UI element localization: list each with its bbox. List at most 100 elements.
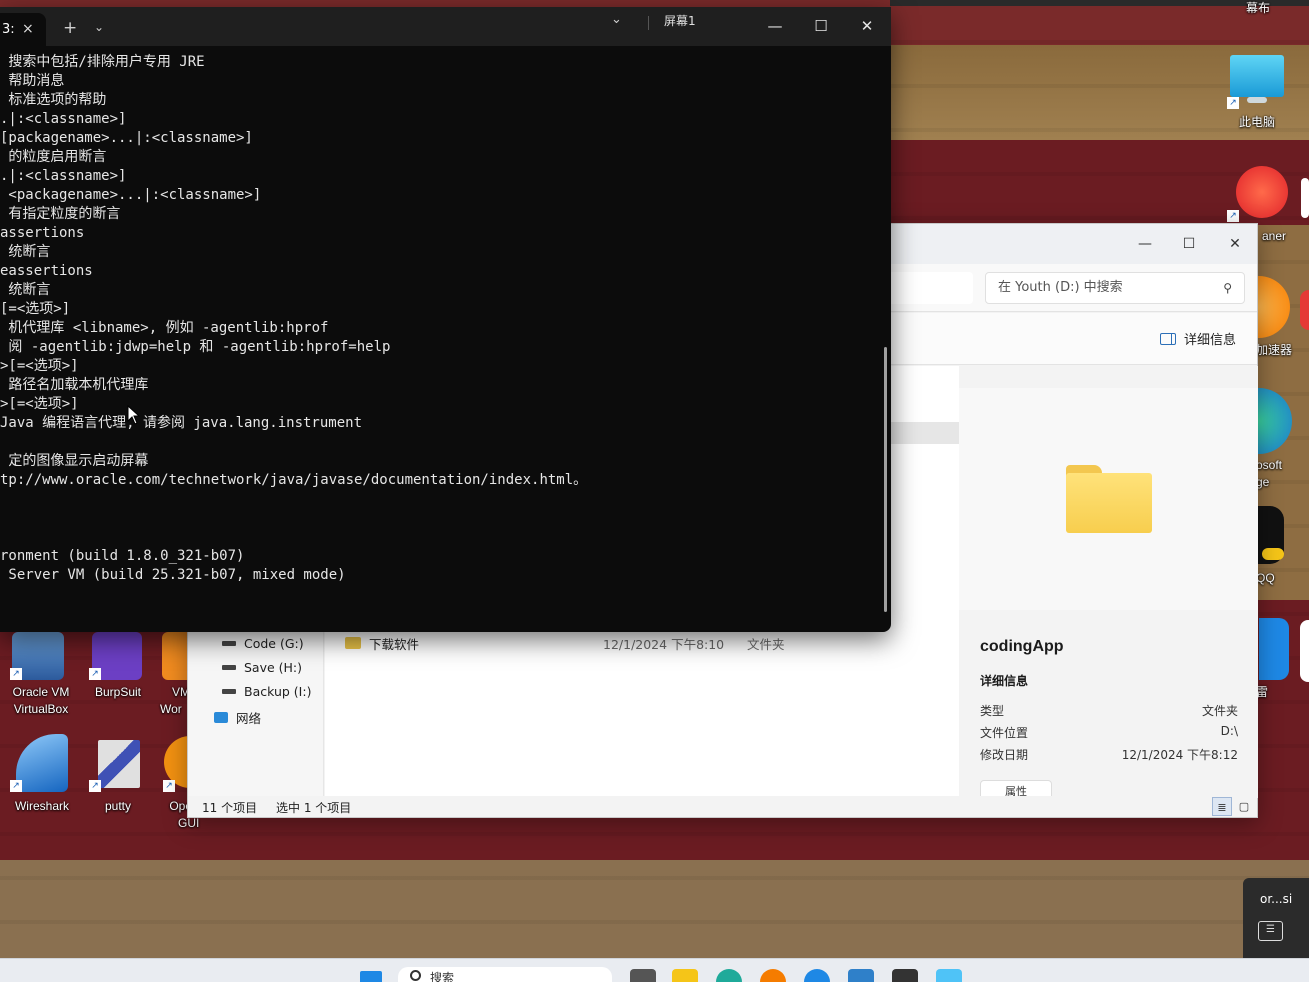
address-path-field[interactable] (888, 272, 973, 304)
prop-key: 文件位置 (980, 726, 1029, 740)
prop-value: 12/1/2024 下午8:12 (1121, 748, 1238, 762)
drive-icon (222, 641, 236, 646)
user-account-label[interactable]: or...si (1260, 892, 1292, 906)
close-icon[interactable]: ✕ (1215, 230, 1255, 258)
tab-label: 3: (2, 22, 15, 37)
screen-chevron-icon[interactable]: ⌄ (611, 12, 622, 27)
tab-close-icon[interactable]: × (22, 13, 34, 46)
notification-panel[interactable] (1243, 878, 1309, 958)
terminal-window: 3: × + ⌄ ⌄ 屏幕1 — ☐ ✕ 搜索中包括/排除用户专用 JRE 帮助… (0, 7, 891, 632)
terminal-line: 定的图像显示启动屏幕 (0, 453, 149, 469)
task-view-icon[interactable] (630, 969, 656, 982)
notepad-taskbar-icon[interactable] (848, 969, 874, 982)
search-input[interactable]: 在 Youth (D:) 中搜索 ⚲ (985, 272, 1245, 304)
close-icon[interactable]: ✕ (847, 13, 887, 39)
terminal-line: 的粒度启用断言 (0, 149, 107, 165)
accelerator-label[interactable]: 加速器 (1254, 342, 1294, 359)
drive-icon (222, 665, 236, 670)
details-pane-icon (1160, 332, 1176, 345)
screen-label: 屏幕1 (664, 14, 696, 28)
divider (648, 16, 649, 30)
app-taskbar-icon[interactable] (804, 969, 830, 982)
scrollbar[interactable] (884, 347, 887, 612)
search-icon[interactable]: ⚲ (1223, 273, 1232, 303)
terminal-titlebar[interactable]: 3: × + ⌄ ⌄ 屏幕1 — ☐ ✕ (0, 7, 891, 46)
folder-icon (345, 637, 361, 649)
remote-taskbar-icon[interactable] (936, 969, 962, 982)
prop-type: 类型 文件夹 (980, 702, 1238, 719)
virtualbox-label-line1[interactable]: Oracle VM (2, 684, 80, 701)
item-count: 11 个项目 (202, 801, 258, 815)
details-button[interactable]: 详细信息 (1160, 329, 1236, 348)
search-placeholder: 在 Youth (D:) 中搜索 (998, 280, 1123, 295)
terminal-taskbar-icon[interactable] (892, 969, 918, 982)
terminal-line: 路径名加载本机代理库 (0, 377, 149, 393)
prop-location: 文件位置 D:\ (980, 724, 1238, 741)
terminal-line: eassertions (0, 263, 93, 279)
nav-item-code-drive[interactable]: Code (G:) (222, 636, 304, 651)
taskbar-search[interactable]: 搜索 (398, 967, 612, 982)
terminal-line: 标准选项的帮助 (0, 92, 107, 108)
file-explorer-taskbar-icon[interactable] (672, 969, 698, 982)
prop-modified: 修改日期 12/1/2024 下午8:12 (980, 746, 1238, 763)
terminal-line: [=<选项>] (0, 301, 71, 317)
nav-item-network[interactable]: 网络 (214, 708, 261, 727)
tiles-view-icon[interactable]: ▢ (1234, 797, 1254, 816)
burpsuite-label[interactable]: BurpSuit (84, 684, 152, 701)
ccleaner-icon[interactable] (1236, 166, 1288, 218)
chevron-down-icon[interactable]: ⌄ (94, 20, 104, 34)
terminal-line: ronment (build 1.8.0_321-b07) (0, 548, 245, 564)
this-pc-label[interactable]: 此电脑 (1225, 114, 1289, 131)
terminal-line: [packagename>...|:<classname>] (0, 130, 253, 146)
prop-key: 修改日期 (980, 748, 1029, 762)
row-date: 12/1/2024 下午8:10 (603, 637, 725, 652)
terminal-line: <packagename>...|:<classname>] (0, 187, 262, 203)
shortcut-arrow-icon: ↗ (1227, 210, 1239, 222)
search-icon (410, 970, 421, 981)
minimize-icon[interactable]: — (755, 13, 795, 39)
start-icon[interactable] (360, 971, 382, 982)
firefox-taskbar-icon[interactable] (760, 969, 786, 982)
ccleaner-label[interactable]: aner (1254, 228, 1294, 245)
wireshark-label[interactable]: Wireshark (2, 798, 82, 815)
vmware-icon[interactable] (162, 632, 190, 680)
nav-item-save-drive[interactable]: Save (H:) (222, 660, 302, 675)
details-view-icon[interactable]: ≣ (1212, 797, 1232, 816)
terminal-line: >[=<选项>] (0, 358, 79, 374)
terminal-line: 有指定粒度的断言 (0, 206, 121, 222)
details-pane: codingApp 详细信息 类型 文件夹 文件位置 D:\ 修改日期 12/1… (959, 366, 1258, 802)
nav-item-backup-drive[interactable]: Backup (I:) (222, 684, 311, 699)
partial-icon (1301, 178, 1309, 218)
this-pc-icon[interactable] (1230, 55, 1284, 97)
nav-item-label: Code (G:) (244, 636, 304, 651)
putty-icon[interactable] (98, 740, 140, 788)
chat-icon[interactable]: ☰ (1258, 921, 1283, 941)
terminal-output[interactable]: 搜索中包括/排除用户专用 JRE 帮助消息 标准选项的帮助 .|:<classna… (0, 53, 880, 628)
edge-label-line2[interactable]: ge (1256, 474, 1296, 491)
terminal-line: 帮助消息 (0, 73, 65, 89)
terminal-tab[interactable]: 3: × (0, 13, 46, 46)
edge-taskbar-icon[interactable] (716, 969, 742, 982)
maximize-icon[interactable]: ☐ (1169, 230, 1209, 258)
terminal-line: 统断言 (0, 282, 51, 298)
shortcut-arrow-icon: ↗ (89, 668, 101, 680)
qq-scarf (1262, 548, 1284, 560)
vmware-label-line1[interactable]: VM (160, 684, 190, 701)
qq-label[interactable]: QQ (1256, 570, 1286, 587)
lark-icon[interactable] (1259, 618, 1289, 680)
maximize-icon[interactable]: ☐ (801, 13, 841, 39)
table-row[interactable]: 下载软件 12/1/2024 下午8:10 文件夹 (345, 634, 945, 654)
edge-label-line1[interactable]: osoft (1256, 457, 1296, 474)
terminal-line: 阅 -agentlib:jdwp=help 和 -agentlib:hprof=… (0, 339, 391, 355)
putty-label[interactable]: putty (88, 798, 148, 815)
new-tab-icon[interactable]: + (63, 18, 77, 38)
minimize-icon[interactable]: — (1125, 230, 1165, 258)
virtualbox-label-line2[interactable]: VirtualBox (2, 701, 80, 718)
terminal-line: assertions (0, 225, 85, 241)
lark-label[interactable]: 雷 (1256, 684, 1276, 701)
desktop-label-top: 幕布 (1245, 1, 1270, 15)
vmware-label-line2[interactable]: Wor (160, 701, 190, 718)
terminal-line: tp://www.oracle.com/technetwork/java/jav… (0, 472, 588, 488)
terminal-line: .|:<classname>] (0, 168, 127, 184)
